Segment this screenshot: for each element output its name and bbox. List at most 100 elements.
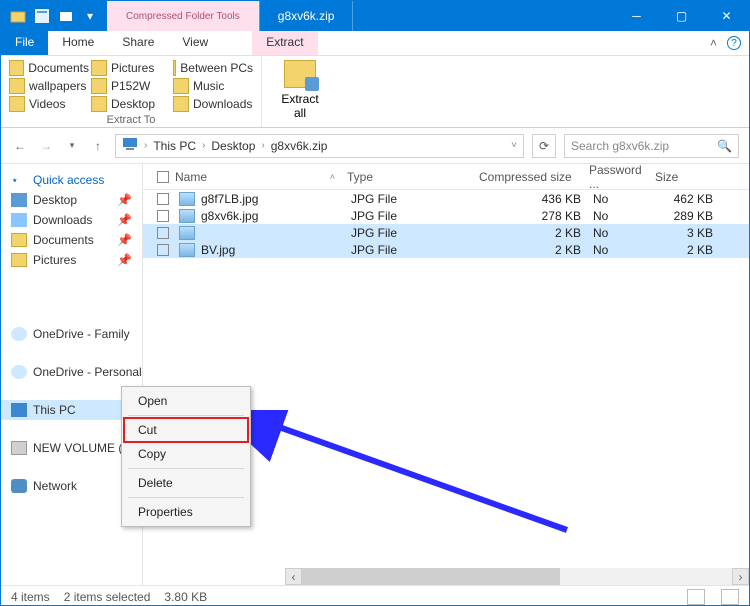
tab-file[interactable]: File [1, 31, 48, 55]
view-thumbnails-button[interactable] [721, 589, 739, 605]
breadcrumb-desktop[interactable]: Desktop [211, 139, 255, 153]
table-row[interactable]: JPG File2 KBNo3 KB [143, 224, 749, 241]
cell-password: No [587, 226, 653, 240]
window-title: g8xv6k.zip [259, 1, 354, 31]
status-selection-size: 3.80 KB [164, 590, 207, 604]
scroll-left-button[interactable]: ‹ [285, 568, 302, 585]
search-box[interactable]: Search g8xv6k.zip 🔍 [564, 134, 739, 158]
cell-password: No [587, 192, 653, 206]
back-button[interactable]: ← [11, 137, 29, 155]
maximize-button[interactable]: ▢ [659, 1, 704, 31]
table-row[interactable]: BV.jpgJPG File2 KBNo2 KB [143, 241, 749, 258]
context-menu-copy[interactable]: Copy [124, 442, 248, 466]
ribbon-pin-pictures[interactable]: Pictures [91, 60, 171, 76]
ribbon-pin-between-pcs[interactable]: Between PCs [173, 60, 253, 76]
minimize-button[interactable]: ─ [614, 1, 659, 31]
tree-onedrive-personal[interactable]: OneDrive - Personal [1, 362, 142, 382]
help-icon[interactable]: ? [727, 36, 741, 50]
refresh-button[interactable]: ⟳ [532, 134, 556, 158]
cell-name [173, 226, 345, 240]
tab-share[interactable]: Share [108, 31, 168, 55]
tree-pictures[interactable]: Pictures📌 [1, 250, 142, 270]
tree-onedrive-family[interactable]: OneDrive - Family [1, 324, 142, 344]
quick-access-toolbar: ▾ [1, 1, 107, 31]
ribbon-pin-downloads[interactable]: Downloads [173, 96, 253, 112]
up-button[interactable]: ↑ [89, 137, 107, 155]
tab-view[interactable]: View [168, 31, 222, 55]
ribbon-pin-music[interactable]: Music [173, 78, 253, 94]
search-placeholder: Search g8xv6k.zip [571, 139, 669, 153]
address-dropdown-icon[interactable]: ˅ [511, 140, 517, 151]
row-checkbox[interactable] [157, 227, 169, 239]
recent-dropdown[interactable]: ▾ [63, 137, 81, 155]
tab-extract[interactable]: Extract [252, 31, 317, 55]
ribbon-pin-videos[interactable]: Videos [9, 96, 89, 112]
cell-compressed-size: 2 KB [477, 226, 587, 240]
cell-name: g8xv6k.jpg [173, 209, 345, 223]
close-button[interactable]: ✕ [704, 1, 749, 31]
scroll-thumb[interactable] [302, 568, 560, 585]
breadcrumb-zip[interactable]: g8xv6k.zip [271, 139, 328, 153]
tree-quick-access[interactable]: ⋆Quick access [1, 170, 142, 190]
tab-home[interactable]: Home [48, 31, 108, 55]
tree-documents[interactable]: Documents📌 [1, 230, 142, 250]
network-icon [11, 479, 27, 493]
star-icon: ⋆ [11, 173, 27, 187]
folder-icon [9, 7, 27, 25]
onedrive-icon [11, 327, 27, 341]
ribbon-pin-wallpapers[interactable]: wallpapers [9, 78, 89, 94]
ribbon-pin-p152w[interactable]: P152W [91, 78, 171, 94]
scroll-right-button[interactable]: › [732, 568, 749, 585]
cell-name: g8f7LB.jpg [173, 192, 345, 206]
ribbon-collapse-icon[interactable]: ˄ [710, 36, 717, 50]
column-compressed-size[interactable]: Compressed size [473, 170, 583, 184]
documents-icon [11, 233, 27, 247]
forward-button[interactable]: → [37, 137, 55, 155]
tree-downloads[interactable]: Downloads📌 [1, 210, 142, 230]
select-all-checkbox[interactable] [157, 171, 169, 183]
row-checkbox[interactable] [157, 210, 169, 222]
context-menu-delete[interactable]: Delete [124, 471, 248, 495]
qat-dropdown-icon[interactable]: ▾ [81, 7, 99, 25]
image-file-icon [179, 226, 195, 240]
row-checkbox[interactable] [157, 244, 169, 256]
cell-type: JPG File [345, 209, 477, 223]
title-bar: ▾ Compressed Folder Tools g8xv6k.zip ─ ▢… [1, 1, 749, 31]
context-menu-cut[interactable]: Cut [124, 418, 248, 442]
column-name[interactable]: Name˄ [169, 170, 341, 184]
ribbon-group-extract-to: Documents Pictures Between PCs wallpaper… [1, 56, 262, 127]
pin-icon: 📌 [117, 193, 132, 207]
extract-all-button[interactable]: Extract all [270, 60, 330, 120]
ribbon-group-label-extract-to: Extract To [9, 114, 253, 126]
new-folder-icon[interactable] [57, 7, 75, 25]
column-password[interactable]: Password ... [583, 164, 649, 191]
chevron-right-icon[interactable]: › [261, 140, 264, 151]
properties-icon[interactable] [33, 7, 51, 25]
pin-icon: 📌 [117, 253, 132, 267]
table-row[interactable]: g8f7LB.jpgJPG File436 KBNo462 KB [143, 190, 749, 207]
cell-size: 2 KB [653, 243, 719, 257]
chevron-right-icon[interactable]: › [202, 140, 205, 151]
context-menu: Open Cut Copy Delete Properties [121, 386, 251, 527]
ribbon-pin-desktop[interactable]: Desktop [91, 96, 171, 112]
context-menu-separator [128, 497, 244, 498]
column-type[interactable]: Type [341, 170, 473, 184]
address-bar[interactable]: › This PC › Desktop › g8xv6k.zip ˅ [115, 134, 524, 158]
ribbon-pin-documents[interactable]: Documents [9, 60, 89, 76]
cell-size: 3 KB [653, 226, 719, 240]
ribbon-content: Documents Pictures Between PCs wallpaper… [1, 56, 749, 128]
context-menu-open[interactable]: Open [124, 389, 248, 413]
contextual-tab-compressed: Compressed Folder Tools [107, 1, 259, 31]
column-size[interactable]: Size [649, 170, 715, 184]
breadcrumb-this-pc[interactable]: This PC [153, 139, 196, 153]
navigation-bar: ← → ▾ ↑ › This PC › Desktop › g8xv6k.zip… [1, 128, 749, 164]
view-details-button[interactable] [687, 589, 705, 605]
context-menu-properties[interactable]: Properties [124, 500, 248, 524]
onedrive-icon [11, 365, 27, 379]
cell-type: JPG File [345, 243, 477, 257]
table-row[interactable]: g8xv6k.jpgJPG File278 KBNo289 KB [143, 207, 749, 224]
tree-desktop[interactable]: Desktop📌 [1, 190, 142, 210]
horizontal-scrollbar[interactable]: ‹ › [285, 568, 749, 585]
chevron-right-icon[interactable]: › [144, 140, 147, 151]
row-checkbox[interactable] [157, 193, 169, 205]
